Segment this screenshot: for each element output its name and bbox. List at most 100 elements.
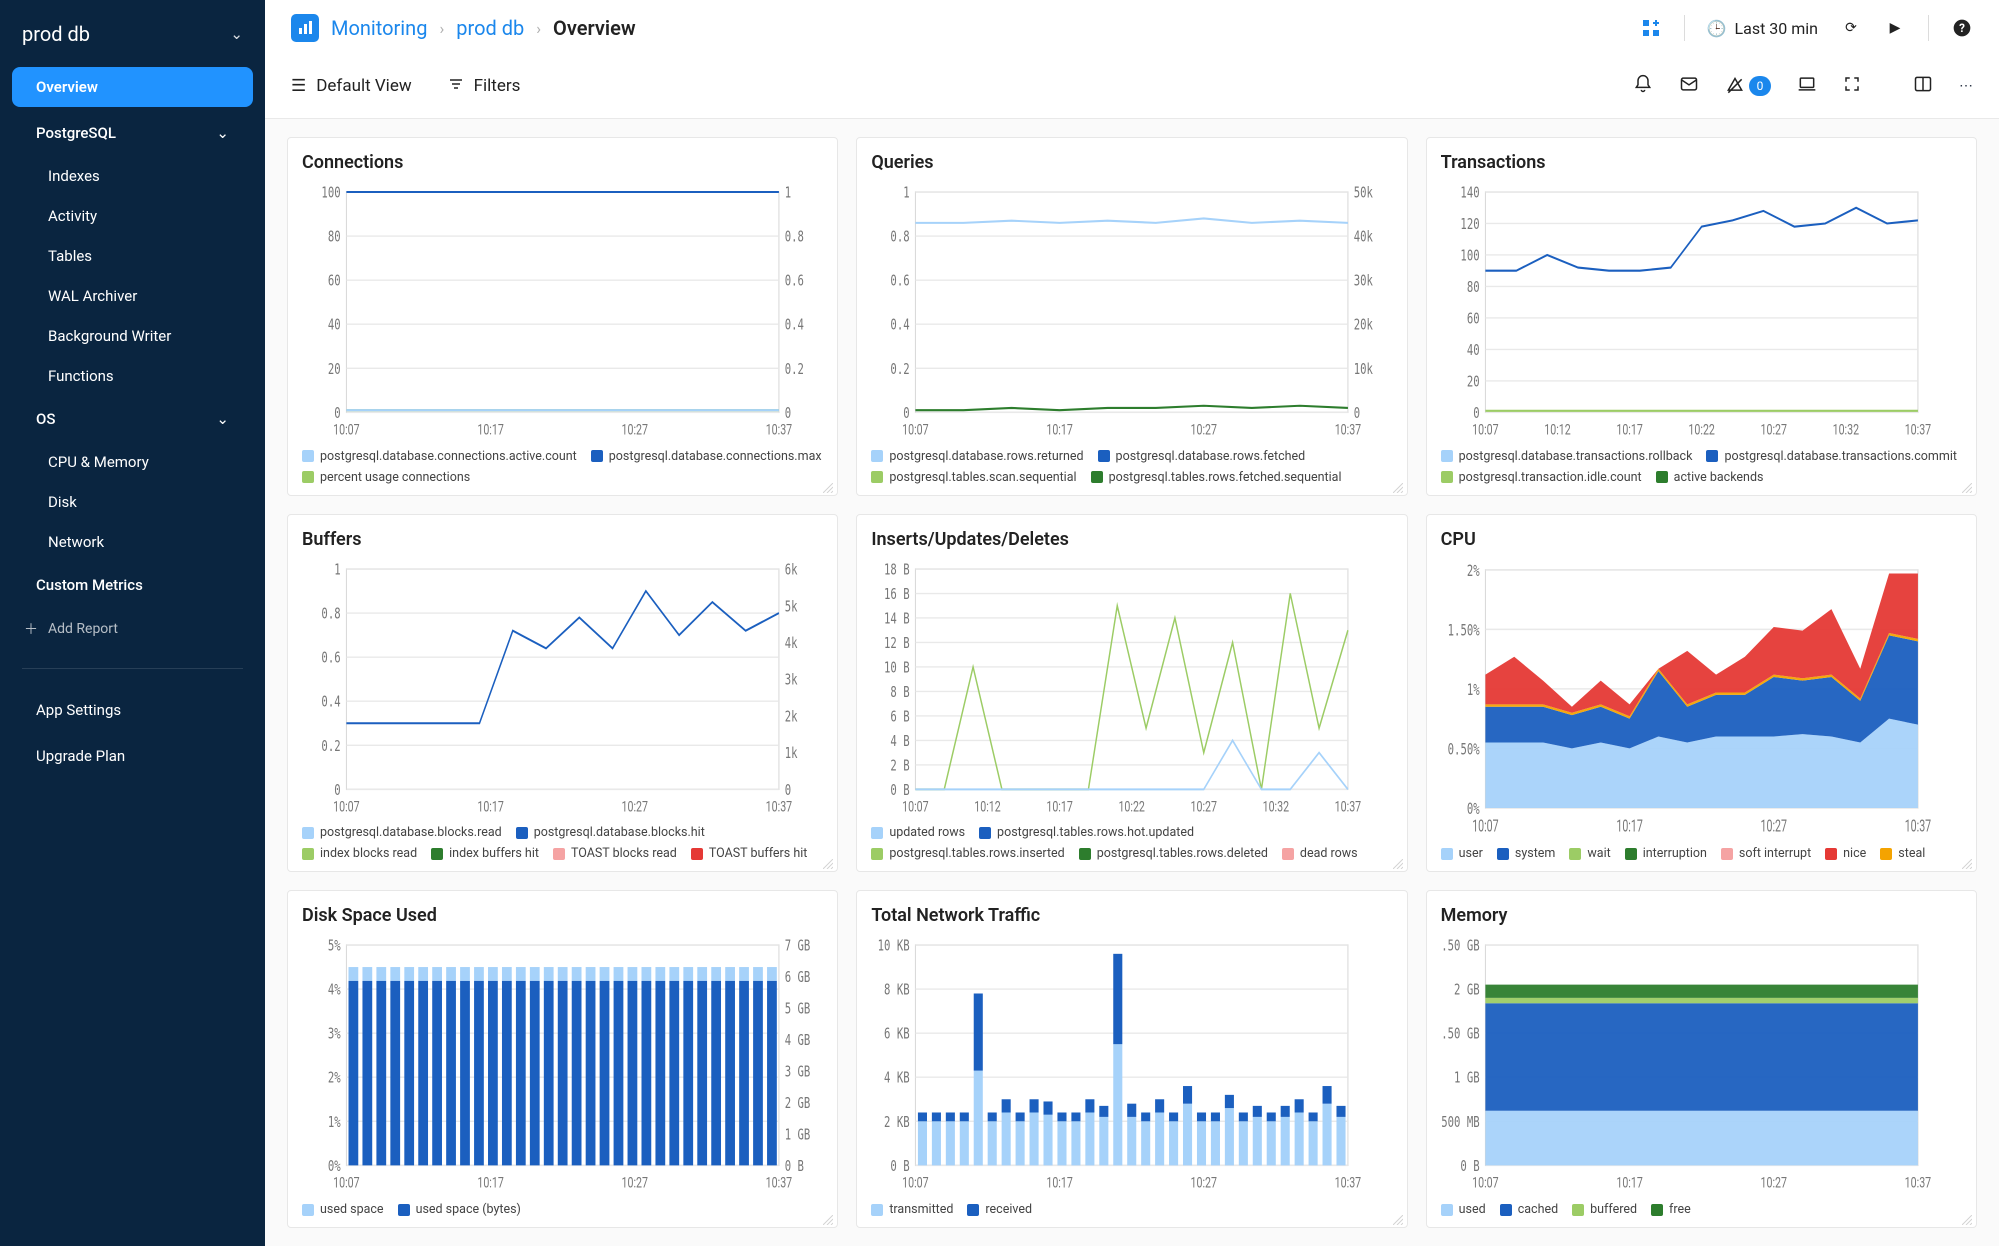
legend-item[interactable]: cached (1500, 1202, 1558, 1217)
sidebar-add-report[interactable]: ＋ Add Report (0, 608, 265, 650)
legend-item[interactable]: dead rows (1282, 846, 1358, 861)
legend-item[interactable]: postgresql.database.connections.max (591, 449, 822, 464)
chart-panel-cpu[interactable]: CPU0%0.50%1%1.50%2%10:0710:1710:2710:37u… (1426, 514, 1977, 873)
legend-item[interactable]: transmitted (871, 1202, 953, 1217)
resize-handle-icon[interactable] (823, 481, 833, 491)
legend-item[interactable]: postgresql.database.connections.active.c… (302, 449, 577, 464)
sidebar-item-wal[interactable]: WAL Archiver (0, 276, 265, 316)
sidebar-item-network[interactable]: Network (0, 522, 265, 562)
sidebar-item-cpu[interactable]: CPU & Memory (0, 442, 265, 482)
sidebar-item-overview[interactable]: Overview (12, 67, 253, 107)
legend-item[interactable]: postgresql.tables.rows.hot.updated (979, 825, 1194, 840)
legend-item[interactable]: system (1497, 846, 1556, 861)
resize-handle-icon[interactable] (1962, 857, 1972, 867)
resize-handle-icon[interactable] (1393, 1213, 1403, 1223)
breadcrumb-root[interactable]: Monitoring (331, 16, 427, 40)
chart-panel-connections[interactable]: Connections02040608010000.20.40.60.8110:… (287, 137, 838, 496)
legend-item[interactable]: postgresql.tables.rows.deleted (1079, 846, 1268, 861)
legend-item[interactable]: steal (1880, 846, 1925, 861)
refresh-icon[interactable]: ⟳ (1840, 17, 1862, 39)
svg-text:10:27: 10:27 (1191, 1175, 1217, 1192)
fullscreen-icon[interactable] (1843, 75, 1861, 97)
resize-handle-icon[interactable] (823, 1213, 833, 1223)
filters-button[interactable]: Filters (448, 76, 521, 97)
chart-panel-net[interactable]: Total Network Traffic0 B2 KB4 KB6 KB8 KB… (856, 890, 1407, 1228)
legend-item[interactable]: used (1441, 1202, 1486, 1217)
chart-legend: updated rows postgresql.tables.rows.hot.u… (871, 825, 1392, 861)
sidebar-item-functions[interactable]: Functions (0, 356, 265, 396)
sidebar-item-bgwriter[interactable]: Background Writer (0, 316, 265, 356)
legend-item[interactable]: active backends (1656, 470, 1764, 485)
legend-item[interactable]: postgresql.transaction.idle.count (1441, 470, 1642, 485)
legend-item[interactable]: postgresql.tables.rows.fetched.sequentia… (1091, 470, 1342, 485)
laptop-icon[interactable] (1797, 74, 1817, 98)
legend-swatch (516, 827, 528, 839)
sidebar-item-disk[interactable]: Disk (0, 482, 265, 522)
legend-item[interactable]: free (1651, 1202, 1691, 1217)
legend-item[interactable]: TOAST blocks read (553, 846, 677, 861)
resize-handle-icon[interactable] (1393, 857, 1403, 867)
timerange-picker[interactable]: 🕒 Last 30 min (1707, 19, 1818, 38)
legend-item[interactable]: percent usage connections (302, 470, 470, 485)
legend-item[interactable]: postgresql.database.transactions.commit (1706, 449, 1957, 464)
mail-icon[interactable] (1679, 74, 1699, 98)
legend-item[interactable]: updated rows (871, 825, 965, 840)
legend-swatch (302, 450, 314, 462)
legend-item[interactable]: postgresql.database.blocks.read (302, 825, 502, 840)
legend-item[interactable]: used space (302, 1202, 384, 1217)
sidebar-app-settings[interactable]: App Settings (12, 690, 253, 730)
more-icon[interactable]: ⋯ (1959, 78, 1973, 94)
svg-text:8 KB: 8 KB (884, 982, 910, 999)
legend-item[interactable]: received (967, 1202, 1032, 1217)
chart-panel-disk[interactable]: Disk Space Used0%1%2%3%4%5%0 B1 GB2 GB3 … (287, 890, 838, 1228)
legend-label: user (1459, 846, 1483, 861)
chart-panel-memory[interactable]: Memory0 B500 MB1 GB1.50 GB2 GB2.50 GB10:… (1426, 890, 1977, 1228)
chart-panel-buffers[interactable]: Buffers00.20.40.60.8101k2k3k4k5k6k10:071… (287, 514, 838, 873)
legend-item[interactable]: wait (1569, 846, 1610, 861)
legend-item[interactable]: soft interrupt (1721, 846, 1811, 861)
legend-item[interactable]: postgresql.database.transactions.rollbac… (1441, 449, 1693, 464)
help-icon[interactable]: ? (1951, 17, 1973, 39)
resize-handle-icon[interactable] (1393, 481, 1403, 491)
svg-text:10:27: 10:27 (1760, 422, 1786, 439)
legend-item[interactable]: postgresql.database.rows.returned (871, 449, 1083, 464)
legend-item[interactable]: used space (bytes) (398, 1202, 521, 1217)
legend-item[interactable]: postgresql.database.rows.fetched (1098, 449, 1306, 464)
legend-item[interactable]: postgresql.tables.rows.inserted (871, 846, 1064, 861)
bell-icon[interactable] (1633, 74, 1653, 98)
legend-item[interactable]: postgresql.database.blocks.hit (516, 825, 705, 840)
default-view-button[interactable]: ☰ Default View (291, 76, 412, 96)
legend-item[interactable]: postgresql.tables.scan.sequential (871, 470, 1076, 485)
svg-text:60: 60 (1466, 311, 1479, 328)
add-widget-icon[interactable] (1640, 17, 1662, 39)
svg-text:10:17: 10:17 (1047, 422, 1073, 439)
sidebar-upgrade-plan[interactable]: Upgrade Plan (12, 736, 253, 776)
svg-text:10:07: 10:07 (1472, 817, 1499, 836)
legend-item[interactable]: buffered (1572, 1202, 1637, 1217)
resize-handle-icon[interactable] (823, 857, 833, 867)
legend-item[interactable]: interruption (1625, 846, 1707, 861)
legend-label: TOAST buffers hit (709, 846, 808, 861)
legend-item[interactable]: index blocks read (302, 846, 417, 861)
chart-panel-queries[interactable]: Queries00.20.40.60.81010k20k30k40k50k10:… (856, 137, 1407, 496)
panel-layout-icon[interactable] (1913, 74, 1933, 98)
legend-item[interactable]: TOAST buffers hit (691, 846, 808, 861)
sidebar-item-postgresql[interactable]: PostgreSQL ⌄ (12, 113, 253, 153)
legend-item[interactable]: user (1441, 846, 1483, 861)
legend-item[interactable]: index buffers hit (431, 846, 539, 861)
svg-text:10:07: 10:07 (1472, 422, 1498, 439)
chart-panel-transactions[interactable]: Transactions02040608010012014010:0710:12… (1426, 137, 1977, 496)
sidebar-item-activity[interactable]: Activity (0, 196, 265, 236)
resize-handle-icon[interactable] (1962, 1213, 1972, 1223)
resize-handle-icon[interactable] (1962, 481, 1972, 491)
breadcrumb-mid[interactable]: prod db (456, 16, 524, 40)
play-icon[interactable]: ▶ (1884, 17, 1906, 39)
sidebar-item-custom[interactable]: Custom Metrics (12, 565, 253, 605)
sidebar-item-tables[interactable]: Tables (0, 236, 265, 276)
chart-panel-iud[interactable]: Inserts/Updates/Deletes0 B2 B4 B6 B8 B10… (856, 514, 1407, 873)
sidebar-title-row[interactable]: prod db ⌄ (0, 12, 265, 64)
sidebar-item-os[interactable]: OS ⌄ (12, 399, 253, 439)
alert-off-icon[interactable]: 0 (1725, 76, 1771, 96)
legend-item[interactable]: nice (1825, 846, 1866, 861)
sidebar-item-indexes[interactable]: Indexes (0, 156, 265, 196)
